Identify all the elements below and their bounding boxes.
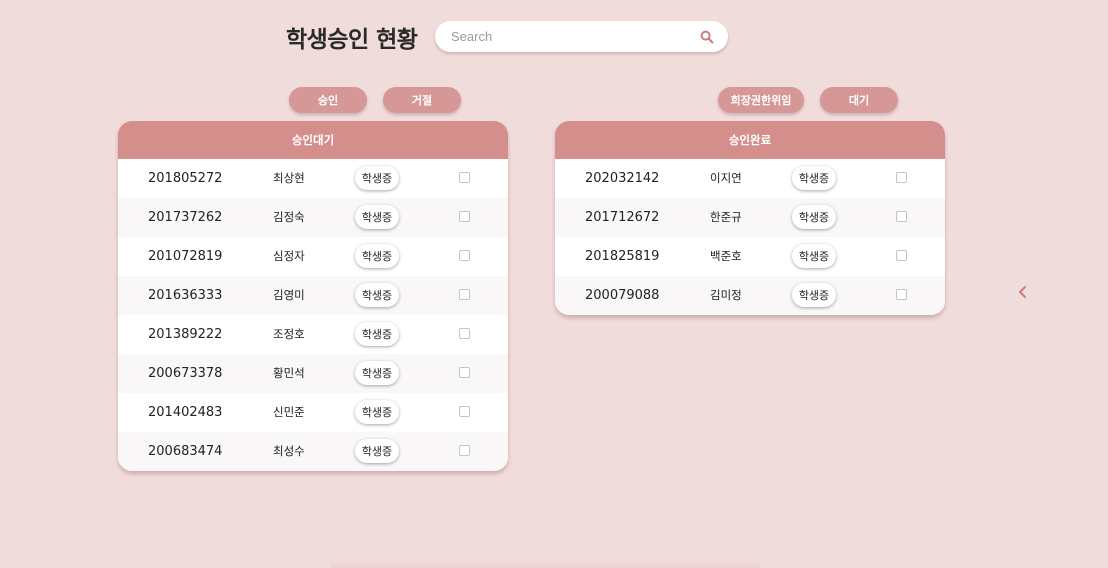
- student-id: 200683474: [148, 444, 223, 459]
- student-card-button[interactable]: 학생증: [355, 439, 399, 463]
- approved-panel: 승인완료 202032142 이지연 학생증 201712672 한준규 학생증…: [555, 121, 945, 315]
- student-name: 신민준: [273, 405, 305, 419]
- student-id: 201805272: [148, 171, 223, 186]
- student-card-button[interactable]: 학생증: [355, 166, 399, 190]
- table-row: 201072819 심정자 학생증: [118, 237, 508, 276]
- student-card-button[interactable]: 학생증: [355, 205, 399, 229]
- row-checkbox[interactable]: [459, 211, 470, 222]
- table-row: 200673378 황민석 학생증: [118, 354, 508, 393]
- table-row: 200079088 김미정 학생증: [555, 276, 945, 315]
- row-checkbox[interactable]: [459, 289, 470, 300]
- student-name: 이지연: [710, 171, 742, 185]
- student-name: 최성수: [273, 444, 305, 458]
- row-checkbox[interactable]: [896, 250, 907, 261]
- row-checkbox[interactable]: [459, 406, 470, 417]
- pending-panel-title: 승인대기: [118, 121, 508, 159]
- table-row: 201712672 한준규 학생증: [555, 198, 945, 237]
- table-row: 201825819 백준호 학생증: [555, 237, 945, 276]
- chevron-left-icon[interactable]: [1016, 284, 1030, 300]
- row-checkbox[interactable]: [459, 367, 470, 378]
- row-checkbox[interactable]: [896, 211, 907, 222]
- row-checkbox[interactable]: [459, 328, 470, 339]
- student-id: 201712672: [585, 210, 660, 225]
- student-name: 김영미: [273, 288, 305, 302]
- approved-panel-title: 승인완료: [555, 121, 945, 159]
- student-name: 백준호: [710, 249, 742, 263]
- student-name: 한준규: [710, 210, 742, 224]
- table-row: 201805272 최상현 학생증: [118, 159, 508, 198]
- table-row: 200683474 최성수 학생증: [118, 432, 508, 471]
- student-name: 김미정: [710, 288, 742, 302]
- search-icon[interactable]: [700, 30, 714, 44]
- pending-panel: 승인대기 201805272 최상현 학생증 201737262 김정숙 학생증…: [118, 121, 508, 471]
- student-name: 조정호: [273, 327, 305, 341]
- student-card-button[interactable]: 학생증: [355, 322, 399, 346]
- student-card-button[interactable]: 학생증: [792, 166, 836, 190]
- delegate-president-button[interactable]: 회장권한위임: [718, 87, 804, 113]
- table-row: 201389222 조정호 학생증: [118, 315, 508, 354]
- row-checkbox[interactable]: [459, 172, 470, 183]
- student-card-button[interactable]: 학생증: [792, 205, 836, 229]
- row-checkbox[interactable]: [459, 445, 470, 456]
- student-card-button[interactable]: 학생증: [792, 244, 836, 268]
- row-checkbox[interactable]: [896, 172, 907, 183]
- table-row: 201402483 신민준 학생증: [118, 393, 508, 432]
- wait-button[interactable]: 대기: [820, 87, 898, 113]
- bottom-edge: [330, 560, 760, 568]
- reject-button[interactable]: 거절: [383, 87, 461, 113]
- search-bar[interactable]: [435, 21, 728, 52]
- student-id: 200079088: [585, 288, 660, 303]
- table-row: 201636333 김영미 학생증: [118, 276, 508, 315]
- approve-button[interactable]: 승인: [289, 87, 367, 113]
- table-row: 201737262 김정숙 학생증: [118, 198, 508, 237]
- student-id: 201737262: [148, 210, 223, 225]
- student-card-button[interactable]: 학생증: [355, 283, 399, 307]
- student-name: 황민석: [273, 366, 305, 380]
- student-id: 201402483: [148, 405, 223, 420]
- row-checkbox[interactable]: [459, 250, 470, 261]
- student-card-button[interactable]: 학생증: [792, 283, 836, 307]
- student-name: 심정자: [273, 249, 305, 263]
- student-name: 최상현: [273, 171, 305, 185]
- table-row: 202032142 이지연 학생증: [555, 159, 945, 198]
- student-id: 201825819: [585, 249, 660, 264]
- row-checkbox[interactable]: [896, 289, 907, 300]
- student-id: 201389222: [148, 327, 223, 342]
- search-input[interactable]: [451, 29, 700, 44]
- student-name: 김정숙: [273, 210, 305, 224]
- student-id: 202032142: [585, 171, 660, 186]
- student-card-button[interactable]: 학생증: [355, 400, 399, 424]
- student-id: 200673378: [148, 366, 223, 381]
- page-title: 학생승인 현황: [286, 27, 418, 53]
- student-card-button[interactable]: 학생증: [355, 361, 399, 385]
- student-card-button[interactable]: 학생증: [355, 244, 399, 268]
- student-id: 201072819: [148, 249, 223, 264]
- student-id: 201636333: [148, 288, 223, 303]
